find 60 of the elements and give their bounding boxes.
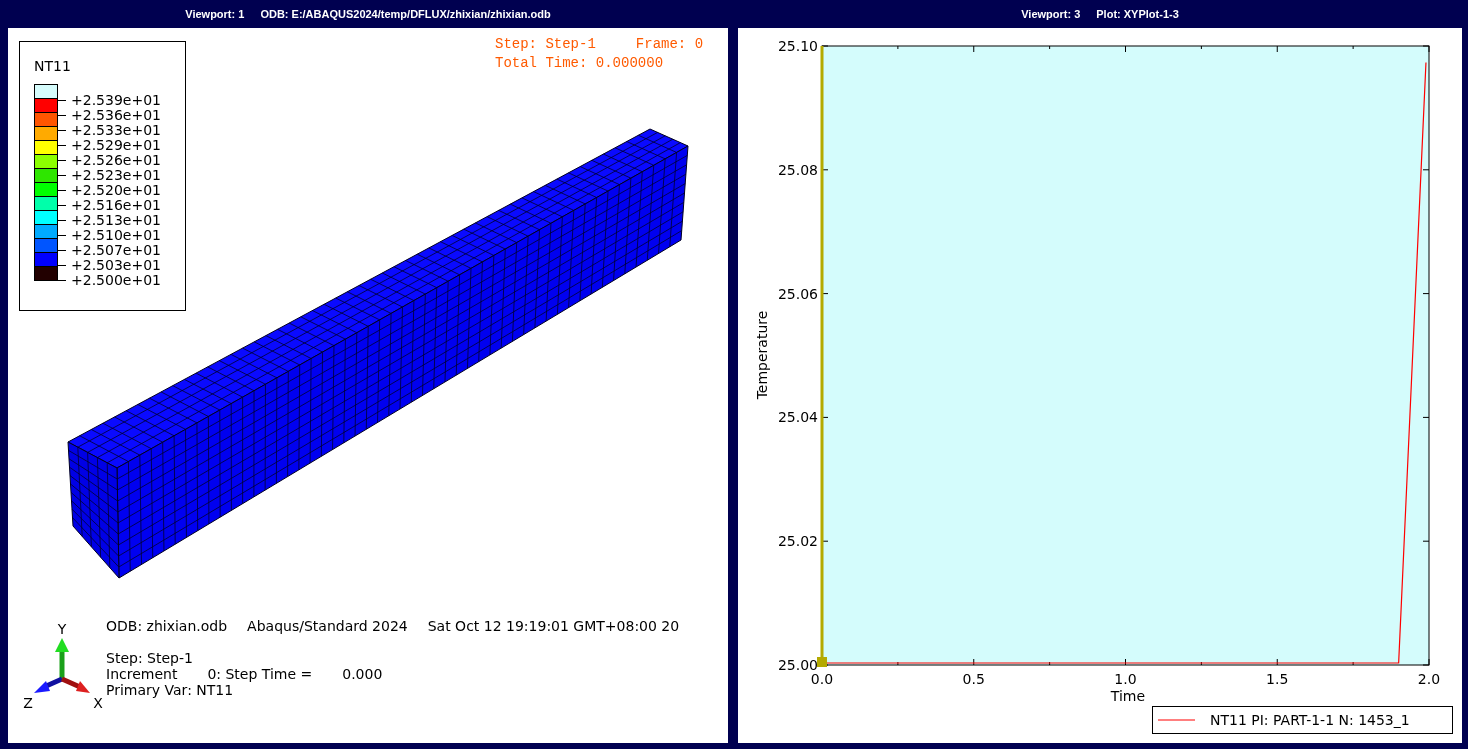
step-info: Step: Step-1	[106, 650, 194, 666]
legend-tick	[58, 250, 66, 251]
legend-tick	[58, 280, 66, 281]
axis-triad-icon	[34, 638, 90, 693]
axis-label: Y	[57, 621, 67, 637]
axis-label: Z	[23, 695, 33, 711]
legend-tick	[58, 175, 66, 176]
x-tick-label: 0.5	[962, 671, 985, 687]
y-tick-label: 25.04	[777, 409, 818, 426]
legend-value: +2.526e+01	[71, 153, 161, 168]
primary-var-label: Primary Var: NT11	[106, 682, 235, 698]
legend-value: +2.510e+01	[71, 228, 161, 243]
increment-label: Increment	[106, 666, 178, 682]
y-axis-label: Temperature	[754, 310, 770, 400]
axis-label: X	[93, 695, 103, 711]
step-time-label: 0: Step Time =	[207, 666, 313, 682]
legend-tick	[58, 265, 66, 266]
step-time-value: 0.000	[342, 666, 383, 682]
legend-value: +2.536e+01	[71, 108, 161, 123]
frame-label: Frame: 0	[635, 35, 704, 54]
total-time-label: Total Time: 0.000000	[495, 54, 665, 73]
y-tick-label: 25.00	[777, 657, 818, 673]
date-label: Sat Oct 12 19:19:01 GMT+08:00 20	[427, 618, 680, 634]
x-tick-label: 1.0	[1114, 671, 1137, 687]
legend-value: +2.533e+01	[71, 123, 161, 138]
legend-value: +2.539e+01	[71, 93, 161, 108]
legend-tick	[58, 205, 66, 206]
solver-label: Abaqus/Standard 2024	[247, 618, 408, 634]
legend-tick	[58, 130, 66, 131]
legend-value: +2.503e+01	[71, 258, 161, 273]
x-axis-label: Time	[1110, 688, 1146, 704]
legend-tick	[58, 190, 66, 191]
y-tick-label: 25.10	[777, 38, 818, 54]
x-tick-label: 2.0	[1417, 671, 1441, 687]
x-tick-label: 0.0	[810, 671, 834, 687]
viewport-number: Viewport: 1	[185, 8, 245, 20]
legend-tick	[58, 145, 66, 146]
viewport-source: Plot: XYPlot-1-3	[1096, 8, 1179, 20]
y-tick-label: 25.06	[777, 285, 818, 302]
legend-value: +2.513e+01	[71, 213, 161, 228]
legend-title: NT11	[34, 57, 72, 76]
legend-value: +2.523e+01	[71, 168, 161, 183]
legend-tick	[58, 115, 66, 116]
legend-value: +2.529e+01	[71, 138, 161, 153]
legend-tick	[58, 235, 66, 236]
legend-tick	[58, 160, 66, 161]
step-label: Step: Step-1	[495, 35, 596, 54]
legend-tick	[58, 100, 66, 101]
y-tick-label: 25.02	[777, 533, 818, 550]
y-tick-label: 25.08	[777, 161, 818, 178]
legend-value: +2.516e+01	[71, 198, 161, 213]
x-tick-label: 1.5	[1266, 671, 1289, 687]
legend-value: +2.500e+01	[71, 273, 161, 288]
odb-label: ODB: zhixian.odb	[106, 618, 228, 634]
legend-tick	[58, 220, 66, 221]
legend-value: +2.507e+01	[71, 243, 161, 258]
viewport-source: ODB: E:/ABAQUS2024/temp/DFLUX/zhixian/zhixian.odb	[260, 8, 551, 20]
legend-value: +2.520e+01	[71, 183, 161, 198]
legend-series-label: NT11 PI: PART-1-1 N: 1453_1	[1210, 712, 1410, 728]
viewport-number: Viewport: 3	[1021, 8, 1081, 20]
